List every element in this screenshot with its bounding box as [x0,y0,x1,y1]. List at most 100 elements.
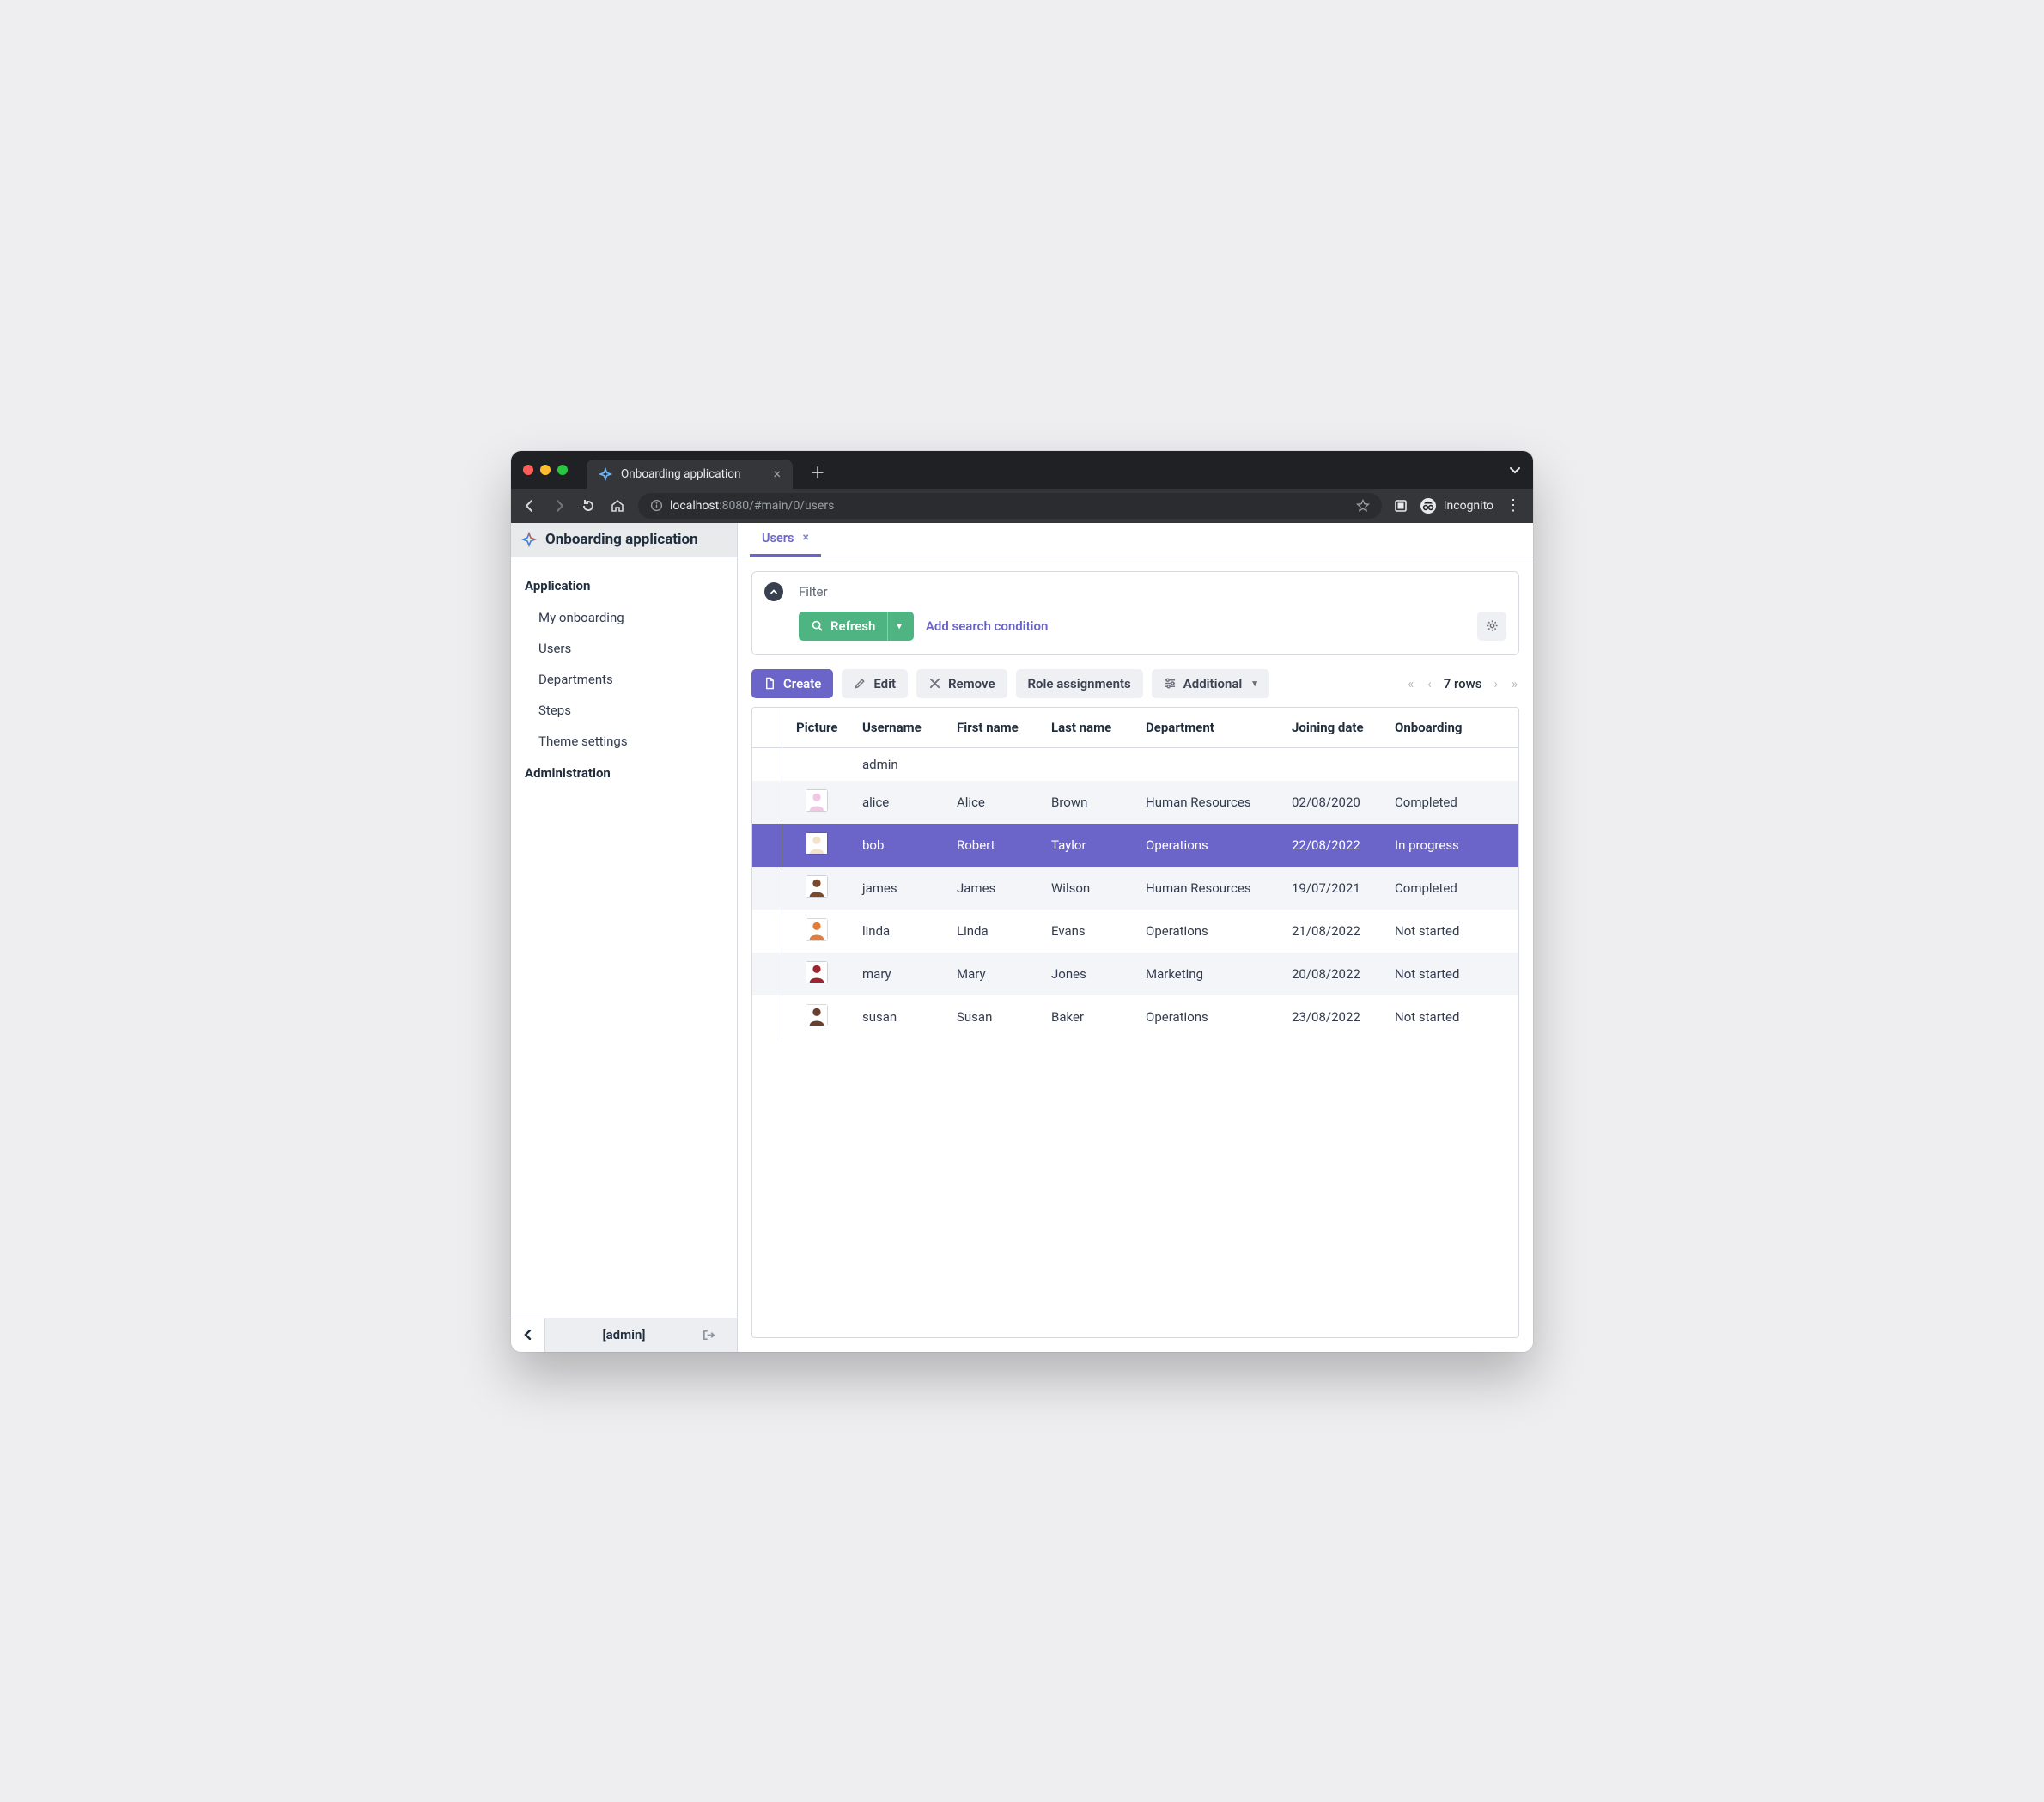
create-label: Create [783,676,821,691]
sidebar-item[interactable]: Theme settings [511,726,737,757]
new-tab-button[interactable]: ＋ [805,460,830,485]
refresh-button[interactable]: Refresh ▾ [799,612,914,641]
cell-joining: 20/08/2022 [1281,953,1384,995]
nav-home-button[interactable] [609,497,626,514]
logout-icon[interactable] [703,1329,737,1342]
cell-firstname: Alice [946,781,1041,824]
site-info-icon[interactable] [650,499,663,512]
avatar [806,789,828,812]
avatar [806,832,828,855]
row-gutter [752,867,782,910]
create-button[interactable]: Create [751,669,833,698]
col-picture[interactable]: Picture [782,708,852,748]
chevron-down-icon: ▾ [1252,678,1257,689]
browser-window: Onboarding application × ＋ localhost:808… [511,451,1533,1352]
address-bar[interactable]: localhost:8080/#main/0/users [638,493,1382,519]
pager-rows-label: 7 rows [1444,676,1482,691]
current-user-label[interactable]: [admin] [545,1327,703,1342]
sidebar-group[interactable]: Application [511,569,737,602]
bookmark-star-icon[interactable] [1356,499,1370,513]
sidebar-group[interactable]: Administration [511,757,737,789]
avatar [806,918,828,941]
table-row[interactable]: admin [752,747,1518,781]
cell-firstname: James [946,867,1041,910]
cell-lastname: Baker [1041,995,1135,1038]
col-username[interactable]: Username [852,708,946,748]
cell-joining: 02/08/2020 [1281,781,1384,824]
tabbar-expand-icon[interactable] [1509,464,1521,476]
nav-back-button[interactable] [521,497,538,514]
sidebar-item[interactable]: My onboarding [511,602,737,633]
table-row[interactable]: bobRobertTaylorOperations22/08/2022In pr… [752,824,1518,867]
pager-last[interactable]: » [1510,674,1519,693]
url-host: localhost [670,499,719,513]
pager-next[interactable]: › [1492,674,1500,693]
table-row[interactable]: lindaLindaEvansOperations21/08/2022Not s… [752,910,1518,953]
extensions-icon[interactable] [1394,499,1408,513]
table-head: Picture Username First name Last name De… [752,708,1518,748]
filter-title: Filter [799,584,828,600]
filter-settings-button[interactable] [1477,612,1506,641]
window-maximize[interactable] [557,465,568,475]
app-frame: Onboarding application ApplicationMy onb… [511,523,1533,1352]
table-row[interactable]: maryMaryJonesMarketing20/08/2022Not star… [752,953,1518,995]
add-search-condition-link[interactable]: Add search condition [926,618,1049,634]
url-path: :8080/#main/0/users [719,499,834,513]
table-row[interactable]: jamesJamesWilsonHuman Resources19/07/202… [752,867,1518,910]
col-joining[interactable]: Joining date [1281,708,1384,748]
filter-header[interactable]: Filter [764,582,1506,601]
cell-lastname: Jones [1041,953,1135,995]
cell-onboarding [1384,747,1518,781]
cell-picture [782,995,852,1038]
avatar [806,875,828,898]
collapse-filter-icon[interactable] [764,582,783,601]
sidebar-item[interactable]: Steps [511,695,737,726]
cell-username: mary [852,953,946,995]
cell-firstname: Susan [946,995,1041,1038]
cell-joining: 19/07/2021 [1281,867,1384,910]
cell-joining: 22/08/2022 [1281,824,1384,867]
close-tab-icon[interactable]: × [773,467,781,481]
cell-onboarding: Completed [1384,781,1518,824]
edit-label: Edit [873,676,896,691]
cell-onboarding: Not started [1384,910,1518,953]
col-firstname[interactable]: First name [946,708,1041,748]
cell-department: Operations [1135,824,1281,867]
browser-tab-active[interactable]: Onboarding application × [587,460,793,489]
cell-username: james [852,867,946,910]
browser-menu-button[interactable]: ⋮ [1506,496,1523,514]
role-assignments-button[interactable]: Role assignments [1016,669,1143,698]
sidebar-item[interactable]: Departments [511,664,737,695]
row-gutter [752,747,782,781]
incognito-indicator[interactable]: Incognito [1420,497,1493,514]
filter-actions: Refresh ▾ Add search condition [764,612,1506,641]
sidebar-nav: ApplicationMy onboardingUsersDepartments… [511,557,737,1318]
pager-prev[interactable]: ‹ [1426,674,1433,693]
sidebar-collapse-button[interactable] [511,1318,545,1352]
x-icon [928,677,941,690]
table-row[interactable]: susanSusanBakerOperations23/08/2022Not s… [752,995,1518,1038]
col-lastname[interactable]: Last name [1041,708,1135,748]
table-row[interactable]: aliceAliceBrownHuman Resources02/08/2020… [752,781,1518,824]
content-area: Filter Refresh ▾ Add search condition [738,557,1533,1352]
avatar [806,961,828,983]
col-onboarding[interactable]: Onboarding [1384,708,1518,748]
window-close[interactable] [523,465,533,475]
tab-close-icon[interactable]: × [802,531,808,545]
cell-picture [782,781,852,824]
edit-button[interactable]: Edit [842,669,908,698]
browser-tab-title: Onboarding application [621,467,740,481]
cell-firstname [946,747,1041,781]
nav-forward-button[interactable] [551,497,568,514]
remove-button[interactable]: Remove [916,669,1007,698]
tab-users[interactable]: Users × [750,522,821,557]
cell-department: Marketing [1135,953,1281,995]
sidebar-item[interactable]: Users [511,633,737,664]
pager-first[interactable]: « [1406,674,1415,693]
cell-firstname: Robert [946,824,1041,867]
window-minimize[interactable] [540,465,551,475]
additional-button[interactable]: Additional ▾ [1152,669,1269,698]
cell-onboarding: Not started [1384,995,1518,1038]
col-department[interactable]: Department [1135,708,1281,748]
nav-reload-button[interactable] [580,497,597,514]
